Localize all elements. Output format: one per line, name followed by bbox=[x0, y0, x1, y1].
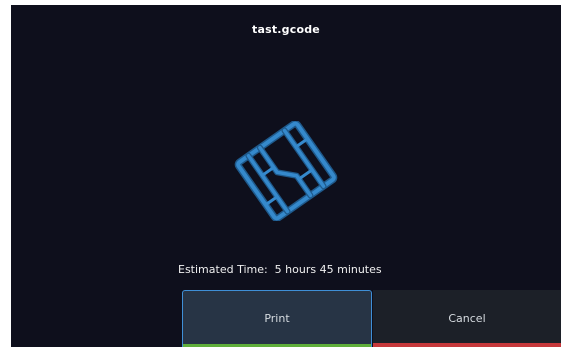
cancel-accent-bar bbox=[373, 343, 561, 347]
cancel-button[interactable]: Cancel bbox=[373, 290, 561, 347]
model-thumbnail-icon bbox=[234, 121, 338, 221]
device-frame: tast.gcode Estimated Time: 5 hours 45 mi… bbox=[0, 0, 561, 347]
print-confirm-screen: tast.gcode Estimated Time: 5 hours 45 mi… bbox=[11, 5, 561, 347]
cancel-button-label: Cancel bbox=[448, 312, 486, 325]
print-button[interactable]: Print bbox=[182, 290, 372, 347]
estimated-time-text: Estimated Time: 5 hours 45 minutes bbox=[178, 263, 382, 276]
print-button-label: Print bbox=[264, 312, 290, 325]
print-accent-bar bbox=[183, 343, 371, 347]
file-name-title: tast.gcode bbox=[252, 23, 320, 36]
